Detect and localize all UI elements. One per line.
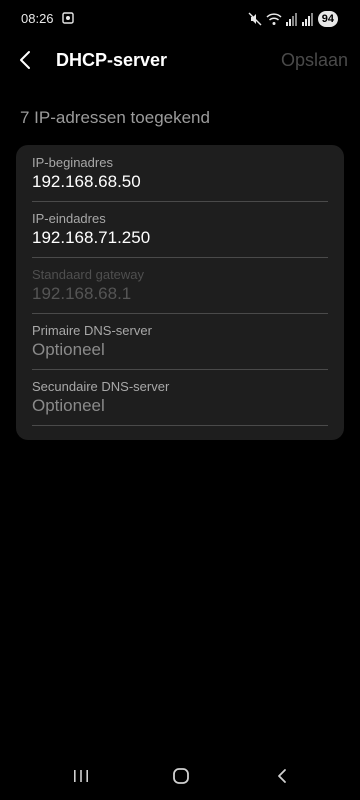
field-value[interactable]: 192.168.71.250: [32, 228, 150, 248]
ip-end-field[interactable]: IP-eindadres 192.168.71.250: [32, 211, 328, 267]
status-bar: 08:26 94: [0, 0, 360, 40]
status-time: 08:26: [21, 11, 54, 26]
battery-indicator: 94: [317, 11, 338, 27]
recent-apps-icon[interactable]: [72, 769, 90, 783]
page-title: DHCP-server: [56, 50, 168, 70]
mute-icon: [248, 12, 262, 26]
field-underline: [32, 425, 328, 426]
field-underline: [32, 369, 328, 370]
dhcp-settings-card: IP-beginadres 192.168.68.50 IP-eindadres…: [16, 145, 344, 440]
assigned-addresses-summary: 7 IP-adressen toegekend: [20, 108, 210, 127]
back-arrow-icon[interactable]: [16, 48, 36, 72]
primary-dns-field[interactable]: Primaire DNS-server Optioneel: [32, 323, 328, 379]
default-gateway-field: Standaard gateway 192.168.68.1: [32, 267, 328, 323]
back-icon[interactable]: [274, 768, 290, 784]
home-icon[interactable]: [172, 767, 190, 785]
field-label: Standaard gateway: [32, 267, 145, 282]
field-placeholder[interactable]: Optioneel: [32, 340, 105, 360]
field-label: IP-eindadres: [32, 211, 106, 226]
field-placeholder[interactable]: Optioneel: [32, 396, 105, 416]
wifi-icon: [266, 13, 282, 25]
field-label: Secundaire DNS-server: [32, 379, 170, 394]
ip-start-field[interactable]: IP-beginadres 192.168.68.50: [32, 155, 328, 211]
status-icons: 94: [248, 10, 338, 28]
app-header: DHCP-server Opslaan: [0, 40, 360, 84]
field-value: 192.168.68.1: [32, 284, 132, 303]
field-underline: [32, 313, 328, 314]
secondary-dns-field[interactable]: Secundaire DNS-server Optioneel: [32, 379, 328, 435]
signal-icon: [285, 13, 297, 26]
field-value[interactable]: 192.168.68.50: [32, 172, 141, 192]
screen-record-icon: [62, 12, 74, 24]
field-underline: [32, 201, 328, 202]
field-label: Primaire DNS-server: [32, 323, 152, 338]
signal-icon: [301, 13, 313, 26]
field-label: IP-beginadres: [32, 155, 113, 170]
field-underline: [32, 257, 328, 258]
save-button[interactable]: Opslaan: [281, 50, 348, 71]
system-nav-bar: [0, 752, 360, 800]
